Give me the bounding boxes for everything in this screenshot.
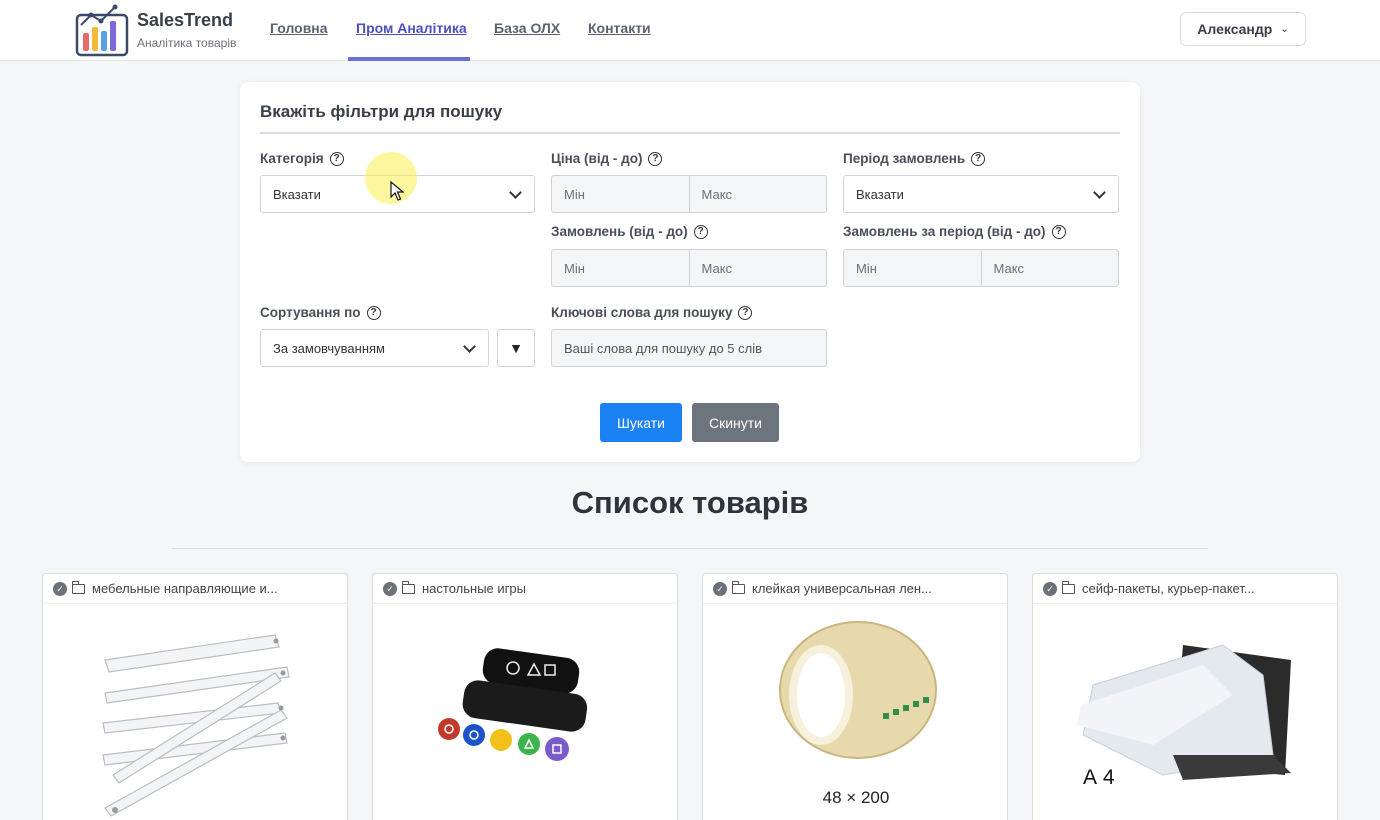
sort-direction-button[interactable]: ▼	[497, 329, 535, 367]
period-select-value: Вказати	[856, 186, 904, 202]
folder-icon	[72, 580, 85, 594]
nav-link-prom-analytics[interactable]: Пром Аналітика	[356, 20, 467, 36]
product-card[interactable]: ✓ сейф-пакеты, курьер-пакет... А 4	[1032, 573, 1338, 820]
help-icon[interactable]: ?	[329, 151, 344, 166]
search-button[interactable]: Шукати	[600, 403, 682, 442]
orders-period-max-input[interactable]	[981, 250, 1118, 286]
divider	[260, 132, 1120, 134]
product-card[interactable]: ✓ клейкая универсальная лен... 48 × 200	[702, 573, 1008, 820]
price-range	[551, 175, 827, 213]
orders-period-label-text: Замовлень за період (від - до)	[843, 224, 1046, 239]
triangle-down-icon: ▼	[509, 340, 523, 356]
period-select[interactable]: Вказати	[843, 175, 1119, 213]
brand-subtitle: Аналітика товарів	[137, 36, 237, 50]
help-icon[interactable]: ?	[693, 224, 708, 239]
check-circle-icon[interactable]: ✓	[383, 581, 397, 596]
product-category[interactable]: сейф-пакеты, курьер-пакет...	[1082, 581, 1255, 596]
product-card-header: ✓ клейкая универсальная лен...	[703, 574, 1007, 604]
folder-icon	[732, 580, 745, 594]
nav-link-contacts[interactable]: Контакти	[588, 20, 651, 36]
divider	[172, 548, 1208, 549]
price-label: Ціна (від - до) ?	[551, 151, 663, 166]
product-category[interactable]: мебельные направляющие и...	[92, 581, 278, 596]
keywords-label-text: Ключові слова для пошуку	[551, 305, 733, 320]
active-nav-indicator	[348, 57, 470, 61]
nav-link-olx-base[interactable]: База ОЛХ	[494, 20, 560, 36]
orders-max-input[interactable]	[689, 250, 826, 286]
help-icon[interactable]: ?	[1051, 224, 1066, 239]
sort-select[interactable]: За замовчуванням	[260, 329, 489, 367]
check-circle-icon[interactable]: ✓	[53, 581, 67, 596]
folder-icon	[1062, 580, 1075, 594]
keywords-label: Ключові слова для пошуку ?	[551, 305, 753, 320]
nav-link-home[interactable]: Головна	[270, 20, 328, 36]
orders-label: Замовлень (від - до) ?	[551, 224, 708, 239]
board-game-image[interactable]	[373, 605, 678, 820]
product-card[interactable]: ✓ мебельные направляющие и...	[42, 573, 348, 820]
product-card-header: ✓ мебельные направляющие и...	[43, 574, 347, 604]
orders-period-label: Замовлень за період (від - до) ?	[843, 224, 1066, 239]
check-circle-icon[interactable]: ✓	[713, 581, 727, 596]
reset-button[interactable]: Скинути	[692, 403, 779, 442]
help-icon[interactable]: ?	[366, 305, 381, 320]
orders-label-text: Замовлень (від - до)	[551, 224, 688, 239]
price-min-input[interactable]	[552, 176, 689, 212]
chevron-down-icon	[463, 340, 476, 353]
top-navbar: SalesTrend Аналітика товарів Головна Про…	[0, 0, 1380, 61]
orders-range	[551, 249, 827, 287]
folder-icon	[402, 580, 415, 594]
user-name: Александр	[1197, 21, 1273, 37]
price-label-text: Ціна (від - до)	[551, 151, 643, 166]
chevron-down-icon: ⌄	[1280, 23, 1289, 35]
mouse-cursor-icon	[390, 181, 404, 201]
price-max-input[interactable]	[689, 176, 826, 212]
product-card-header: ✓ настольные игры	[373, 574, 677, 604]
category-select-value: Вказати	[273, 186, 321, 202]
product-card[interactable]: ✓ настольные игры	[372, 573, 678, 820]
keywords-input[interactable]	[551, 329, 827, 367]
product-card-header: ✓ сейф-пакеты, курьер-пакет...	[1033, 574, 1337, 604]
sort-select-value: За замовчуванням	[273, 340, 385, 356]
courier-bags-image[interactable]	[1033, 605, 1338, 820]
bar-chart-logo-icon[interactable]	[75, 3, 129, 57]
orders-min-input[interactable]	[552, 250, 689, 286]
sort-label-text: Сортування по	[260, 305, 361, 320]
period-label-text: Період замовлень	[843, 151, 966, 166]
category-label-text: Категорія	[260, 151, 324, 166]
help-icon[interactable]: ?	[738, 305, 753, 320]
check-circle-icon[interactable]: ✓	[1043, 581, 1057, 596]
bag-size-label: А 4	[1083, 766, 1115, 789]
help-icon[interactable]: ?	[971, 151, 986, 166]
orders-period-range	[843, 249, 1119, 287]
drawer-slides-image[interactable]	[43, 605, 348, 820]
chevron-down-icon	[1093, 186, 1106, 199]
category-label: Категорія ?	[260, 151, 344, 166]
period-label: Період замовлень ?	[843, 151, 986, 166]
product-category[interactable]: настольные игры	[422, 581, 526, 596]
filter-card: Вкажіть фільтри для пошуку Категорія ? В…	[240, 82, 1140, 462]
products-title: Список товарів	[571, 485, 809, 520]
help-icon[interactable]: ?	[648, 151, 663, 166]
brand-name[interactable]: SalesTrend	[137, 10, 233, 31]
product-category[interactable]: клейкая универсальная лен...	[752, 581, 932, 596]
orders-period-min-input[interactable]	[844, 250, 981, 286]
tape-size-label: 48 × 200	[822, 788, 890, 807]
filter-card-title: Вкажіть фільтри для пошуку	[260, 102, 503, 121]
sort-label: Сортування по ?	[260, 305, 381, 320]
user-menu-button[interactable]: Александр ⌄	[1180, 12, 1306, 46]
chevron-down-icon	[509, 186, 522, 199]
